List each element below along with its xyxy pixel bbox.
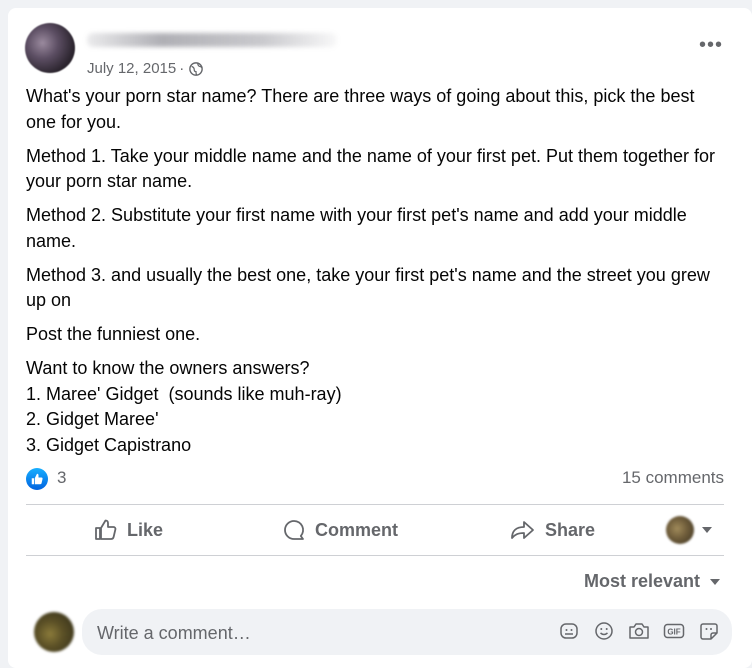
- post-paragraph: What's your porn star name? There are th…: [26, 86, 695, 132]
- post-card: July 12, 2015 · ••• What's your porn sta…: [8, 8, 752, 668]
- svg-text:GIF: GIF: [667, 628, 680, 637]
- post-actions: Like Comment Share: [26, 505, 724, 555]
- more-options-icon[interactable]: •••: [699, 35, 723, 55]
- meta-separator: ·: [179, 60, 185, 77]
- comment-tools: GIF: [558, 620, 720, 642]
- post-paragraph: Method 1. Take your middle name and the …: [26, 145, 716, 192]
- author-name-redacted[interactable]: [87, 33, 337, 47]
- like-reaction-icon[interactable]: [26, 468, 48, 490]
- post-body: What's your porn star name? There are th…: [26, 84, 726, 458]
- share-label: Share: [545, 519, 596, 540]
- sort-label: Most relevant: [583, 571, 700, 591]
- post-date[interactable]: July 12, 2015: [87, 60, 176, 77]
- comment-input[interactable]: Write a comment… GIF: [82, 609, 732, 655]
- gif-icon[interactable]: GIF: [663, 620, 685, 642]
- reply-as-selector[interactable]: [666, 516, 712, 544]
- post-paragraph: Method 3. and usually the best one, take…: [26, 264, 710, 311]
- sticker-icon[interactable]: [698, 620, 720, 642]
- like-button[interactable]: Like: [94, 512, 163, 548]
- comments-count-link[interactable]: 15 comments: [622, 468, 724, 488]
- divider: [26, 555, 724, 556]
- answer-line: 2. Gidget Maree': [26, 409, 159, 429]
- viewer-avatar: [666, 516, 694, 544]
- share-button[interactable]: Share: [510, 512, 595, 548]
- answer-line: 1. Maree' Gidget (sounds like muh-ray): [26, 383, 342, 404]
- like-label: Like: [127, 519, 164, 540]
- comment-label: Comment: [315, 519, 399, 540]
- post-meta: July 12, 2015 ·: [87, 60, 204, 77]
- commenter-avatar[interactable]: [34, 612, 74, 652]
- comment-sort-dropdown[interactable]: Most relevant: [584, 571, 720, 592]
- comment-bubble-icon: [284, 520, 304, 540]
- chevron-down-icon: [702, 527, 712, 533]
- answers-block: Want to know the owners answers? 1. Mare…: [26, 356, 726, 458]
- reactions-bar: 3 15 comments: [26, 467, 724, 491]
- answer-line: 3. Gidget Capistrano: [26, 434, 192, 455]
- camera-icon[interactable]: [628, 620, 650, 642]
- chevron-down-icon: [710, 578, 720, 585]
- reaction-count[interactable]: 3: [57, 468, 66, 488]
- emoji-icon[interactable]: [593, 620, 615, 642]
- thumbs-up-icon: [95, 519, 117, 540]
- share-arrow-icon: [511, 521, 534, 539]
- globe-icon[interactable]: [189, 61, 204, 76]
- answers-heading: Want to know the owners answers?: [26, 358, 310, 378]
- comment-button[interactable]: Comment: [282, 512, 398, 548]
- post-paragraph: Post the funniest one.: [26, 324, 201, 344]
- post-paragraph: Method 2. Substitute your first name wit…: [26, 205, 687, 251]
- author-avatar[interactable]: [25, 23, 75, 73]
- comment-placeholder: Write a comment…: [97, 623, 251, 643]
- post-header: July 12, 2015 · •••: [25, 20, 745, 77]
- avatar-sticker-icon[interactable]: [558, 620, 580, 642]
